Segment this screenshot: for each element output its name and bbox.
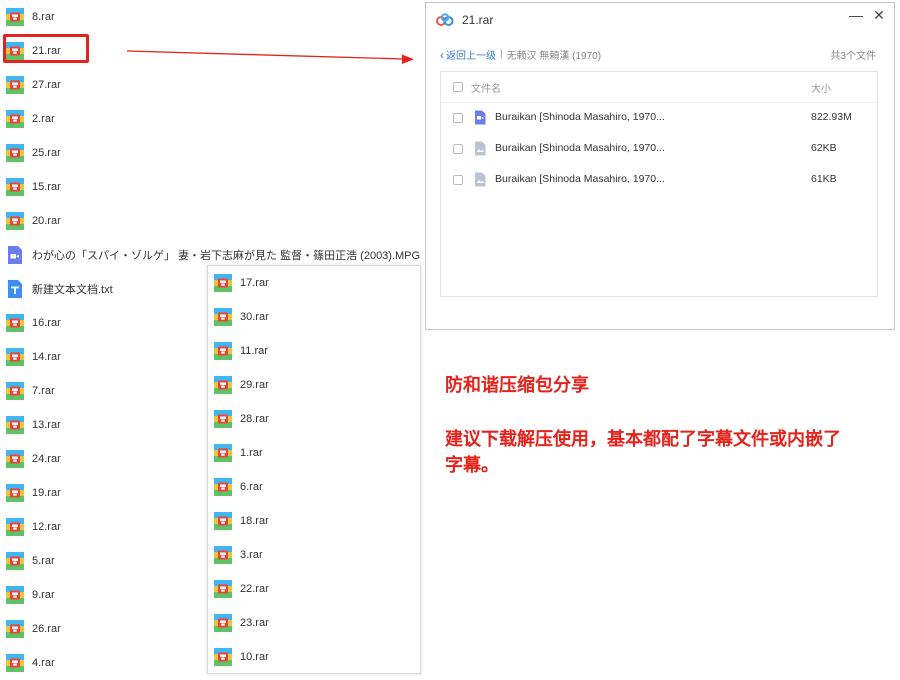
- close-button[interactable]: ✕: [869, 7, 889, 24]
- rar-archive-icon: [214, 444, 232, 462]
- table-header: 文件名 大小: [441, 72, 877, 103]
- rar-archive-icon: [214, 648, 232, 666]
- rar-archive-icon: [214, 546, 232, 564]
- file-name: 1.rar: [240, 447, 263, 459]
- file-row-28-rar[interactable]: 28.rar: [208, 402, 420, 436]
- row-checkbox[interactable]: [453, 175, 463, 185]
- breadcrumb-separator: |: [500, 49, 503, 60]
- row-checkbox[interactable]: [453, 144, 463, 154]
- file-name: 23.rar: [240, 617, 269, 629]
- file-name: 11.rar: [240, 345, 268, 357]
- rar-archive-icon: [214, 308, 232, 326]
- file-name: 6.rar: [240, 481, 263, 493]
- file-size: 62KB: [811, 142, 837, 154]
- dialog-title-bar: 21.rar: [436, 13, 493, 27]
- file-row-17-rar[interactable]: 17.rar: [208, 266, 420, 300]
- table-row[interactable]: Buraikan [Shinoda Masahiro, 1970... 822.…: [441, 103, 877, 134]
- file-row-3-rar[interactable]: 3.rar: [208, 538, 420, 572]
- breadcrumb-path: 无赖汉 無頼漢 (1970): [506, 51, 602, 62]
- file-row-23-rar[interactable]: 23.rar: [208, 606, 420, 640]
- file-name: Buraikan [Shinoda Masahiro, 1970...: [495, 173, 665, 185]
- back-link[interactable]: 返回上一级: [446, 47, 496, 62]
- note-line: 建议下载解压使用，基本都配了字幕文件或内嵌了: [445, 429, 841, 449]
- file-row-30-rar[interactable]: 30.rar: [208, 300, 420, 334]
- file-name: 22.rar: [240, 583, 269, 595]
- file-name: 10.rar: [240, 651, 269, 663]
- file-table: 文件名 大小 Buraikan [Shinoda Masahiro, 1970.…: [440, 71, 878, 297]
- file-name: Buraikan [Shinoda Masahiro, 1970...: [495, 111, 665, 123]
- file-size: 61KB: [811, 173, 837, 185]
- table-row[interactable]: Buraikan [Shinoda Masahiro, 1970... 61KB: [441, 165, 877, 196]
- rar-archive-icon: [214, 580, 232, 598]
- file-row-18-rar[interactable]: 18.rar: [208, 504, 420, 538]
- rar-archive-icon: [214, 274, 232, 292]
- rar-archive-icon: [214, 410, 232, 428]
- row-checkbox[interactable]: [453, 113, 463, 123]
- column-header-size: 大小: [811, 83, 831, 95]
- file-count: 共3个文件: [830, 51, 876, 62]
- dialog-title: 21.rar: [462, 13, 494, 27]
- video-file-icon: [475, 110, 486, 125]
- file-row-29-rar[interactable]: 29.rar: [208, 368, 420, 402]
- file-row-6-rar[interactable]: 6.rar: [208, 470, 420, 504]
- file-size: 822.93M: [811, 111, 852, 123]
- file-name: 28.rar: [240, 413, 269, 425]
- file-name: 29.rar: [240, 379, 269, 391]
- file-name: 17.rar: [240, 277, 269, 289]
- column-header-name: 文件名: [471, 83, 501, 95]
- rar-archive-icon: [214, 342, 232, 360]
- rar-archive-icon: [214, 614, 232, 632]
- note-title: 防和谐压缩包分享: [445, 375, 589, 395]
- rar-archive-icon: [214, 376, 232, 394]
- file-row-10-rar[interactable]: 10.rar: [208, 640, 420, 674]
- minimize-button[interactable]: —: [846, 7, 866, 23]
- breadcrumb: ‹ 返回上一级 | 无赖汉 無頼漢 (1970): [440, 47, 602, 63]
- note-line-cont: 字幕。: [445, 455, 499, 475]
- rar-archive-icon: [214, 478, 232, 496]
- image-file-icon: [475, 172, 486, 187]
- chevron-left-icon[interactable]: ‹: [440, 48, 444, 62]
- file-name: 3.rar: [240, 549, 263, 561]
- file-row-1-rar[interactable]: 1.rar: [208, 436, 420, 470]
- file-row-22-rar[interactable]: 22.rar: [208, 572, 420, 606]
- rar-archive-icon: [214, 512, 232, 530]
- table-row[interactable]: Buraikan [Shinoda Masahiro, 1970... 62KB: [441, 134, 877, 165]
- file-name: Buraikan [Shinoda Masahiro, 1970...: [495, 142, 665, 154]
- select-all-checkbox[interactable]: [453, 82, 463, 92]
- file-name: 30.rar: [240, 311, 269, 323]
- cloud-logo-icon: [436, 13, 454, 26]
- archive-preview-dialog: 21.rar — ✕ ‹ 返回上一级 | 无赖汉 無頼漢 (1970) 共3个文…: [425, 2, 895, 330]
- file-row-11-rar[interactable]: 11.rar: [208, 334, 420, 368]
- popup-file-list: 17.rar 30.rar 11.rar 29.rar 28.rar 1.rar…: [207, 265, 421, 674]
- image-file-icon: [475, 141, 486, 156]
- file-name: 18.rar: [240, 515, 269, 527]
